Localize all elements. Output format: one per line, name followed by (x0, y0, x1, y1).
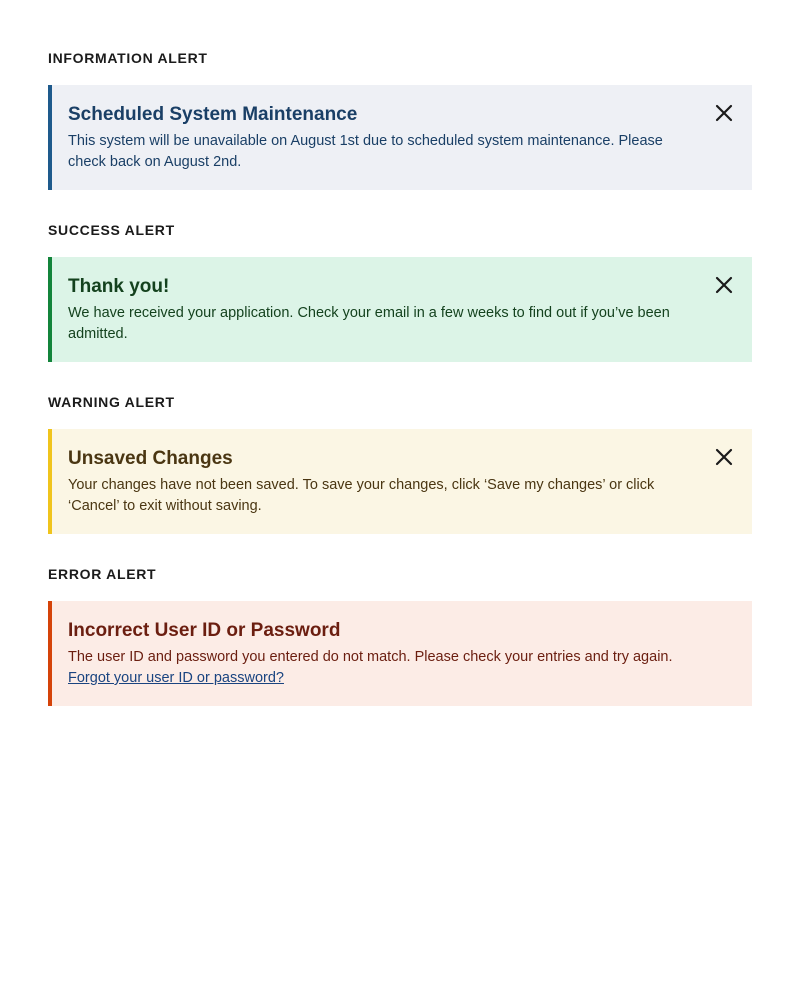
forgot-credentials-link[interactable]: Forgot your user ID or password? (68, 668, 692, 689)
warning-alert: Unsaved Changes Your changes have not be… (48, 429, 752, 534)
alert-title: Incorrect User ID or Password (68, 620, 341, 641)
success-alert: Thank you! We have received your applica… (48, 257, 752, 362)
alert-title: Thank you! (68, 276, 170, 297)
alert-body: The user ID and password you entered do … (68, 649, 673, 665)
alerts-page: INFORMATION ALERT Scheduled System Maint… (0, 0, 800, 706)
close-icon (715, 104, 733, 122)
alert-title: Unsaved Changes (68, 448, 233, 469)
dismiss-warning-button[interactable] (714, 447, 734, 467)
alert-body: Your changes have not been saved. To sav… (68, 477, 655, 514)
dismiss-success-button[interactable] (714, 275, 734, 295)
alert-body: This system will be unavailable on Augus… (68, 133, 663, 170)
alert-title: Scheduled System Maintenance (68, 104, 358, 125)
section-label-warning: WARNING ALERT (48, 394, 175, 410)
alert-body: We have received your application. Check… (68, 305, 670, 342)
section-label-information: INFORMATION ALERT (48, 50, 208, 66)
section-label-error: ERROR ALERT (48, 566, 157, 582)
error-alert: Incorrect User ID or Password The user I… (48, 601, 752, 706)
close-icon (715, 276, 733, 294)
dismiss-information-button[interactable] (714, 103, 734, 123)
section-label-success: SUCCESS ALERT (48, 222, 175, 238)
close-icon (715, 448, 733, 466)
information-alert: Scheduled System Maintenance This system… (48, 85, 752, 190)
